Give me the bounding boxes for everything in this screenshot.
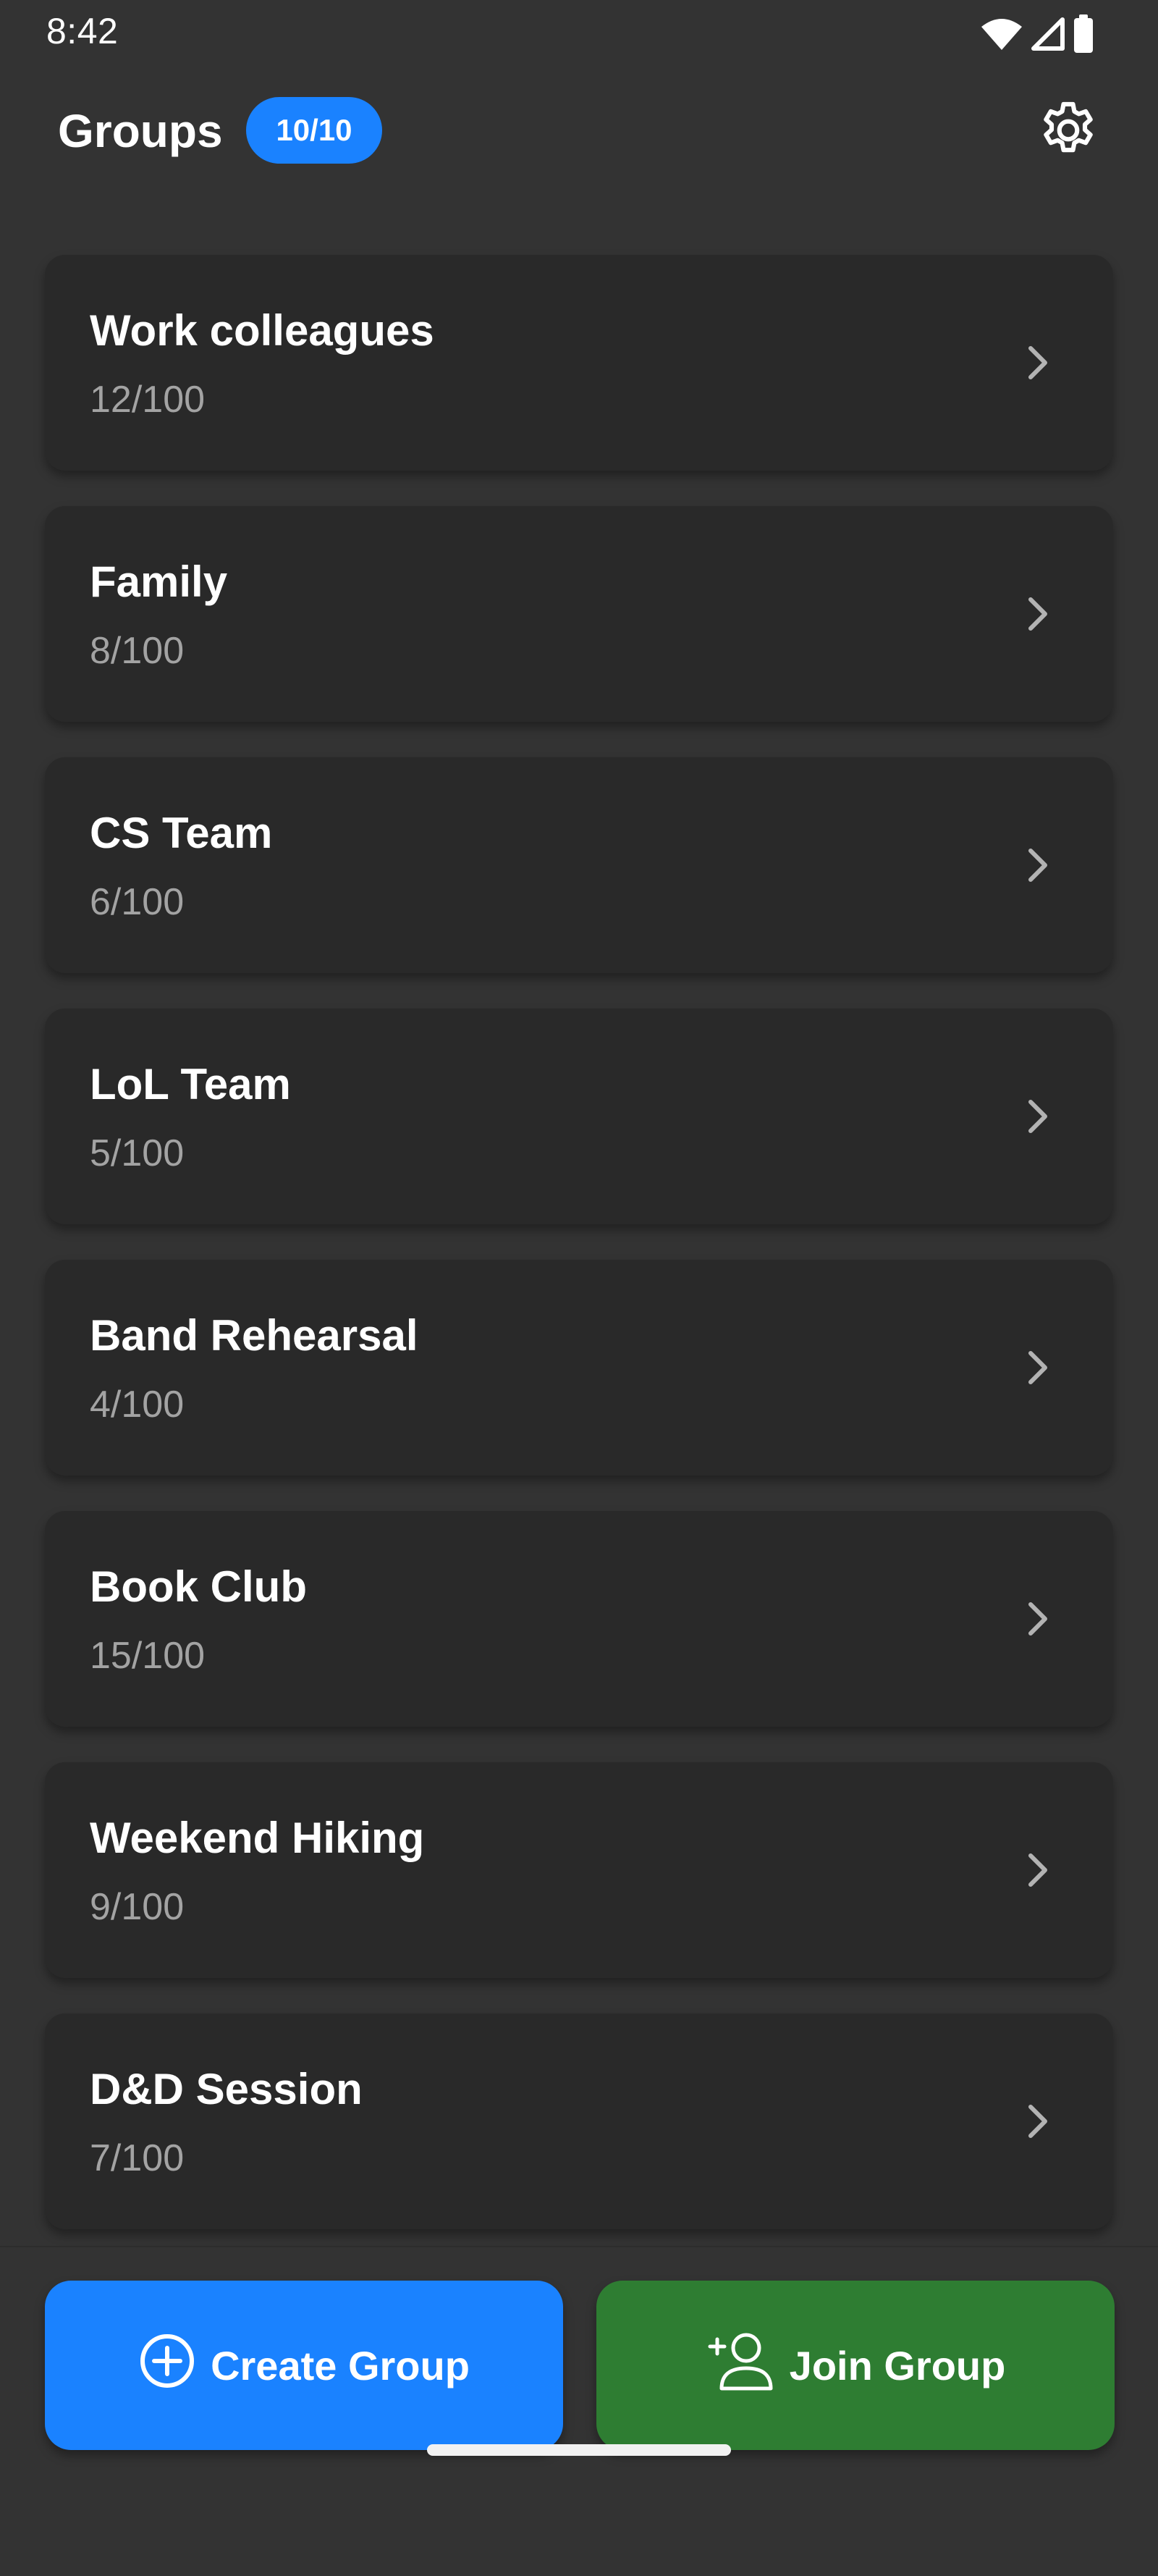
page-title: Groups <box>58 105 223 157</box>
group-name: Band Rehearsal <box>90 1311 418 1360</box>
group-card-dnd-session[interactable]: D&D Session 7/100 <box>45 2013 1113 2229</box>
group-card-lol-team[interactable]: LoL Team 5/100 <box>45 1009 1113 1224</box>
chevron-right-icon <box>1028 2105 1047 2138</box>
status-icons <box>980 14 1094 54</box>
create-group-button[interactable]: Create Group <box>45 2281 563 2450</box>
chevron-right-icon <box>1028 1853 1047 1887</box>
group-name: CS Team <box>90 809 273 857</box>
group-name: Work colleagues <box>90 306 434 355</box>
chevron-right-icon <box>1028 1100 1047 1133</box>
chevron-right-icon <box>1028 597 1047 631</box>
chevron-right-icon <box>1028 1351 1047 1384</box>
gear-icon <box>1035 97 1102 167</box>
add-person-icon <box>706 2329 775 2402</box>
settings-button[interactable] <box>1031 94 1106 169</box>
group-member-count: 5/100 <box>90 1132 185 1174</box>
group-card-weekend-hiking[interactable]: Weekend Hiking 9/100 <box>45 1762 1113 1978</box>
chevron-right-icon <box>1028 346 1047 379</box>
group-member-count: 4/100 <box>90 1384 185 1426</box>
group-card-cs-team[interactable]: CS Team 6/100 <box>45 757 1113 973</box>
cellular-signal-icon <box>1031 17 1065 51</box>
battery-icon <box>1073 14 1094 54</box>
join-group-label: Join Group <box>789 2342 1006 2388</box>
group-name: Family <box>90 557 228 606</box>
group-member-count: 7/100 <box>90 2137 185 2179</box>
group-member-count: 8/100 <box>90 630 185 672</box>
group-card-work-colleagues[interactable]: Work colleagues 12/100 <box>45 255 1113 471</box>
group-name: Book Club <box>90 1562 307 1611</box>
group-member-count: 12/100 <box>90 379 206 421</box>
add-circle-icon <box>138 2332 196 2399</box>
chevron-right-icon <box>1028 1602 1047 1636</box>
status-bar: 8:42 <box>0 0 1158 70</box>
group-name: Weekend Hiking <box>90 1814 425 1862</box>
group-list: Work colleagues 12/100 Family 8/100 CS T… <box>45 255 1113 2265</box>
group-member-count: 15/100 <box>90 1635 206 1677</box>
status-time: 8:42 <box>46 11 119 51</box>
group-card-book-club[interactable]: Book Club 15/100 <box>45 1511 1113 1727</box>
group-name: LoL Team <box>90 1060 291 1108</box>
bottom-action-bar: Create Group Join Group <box>0 2246 1158 2576</box>
group-card-family[interactable]: Family 8/100 <box>45 506 1113 722</box>
create-group-label: Create Group <box>211 2342 470 2388</box>
home-indicator[interactable] <box>427 2444 731 2456</box>
group-member-count: 6/100 <box>90 881 185 923</box>
group-card-band-rehearsal[interactable]: Band Rehearsal 4/100 <box>45 1260 1113 1476</box>
group-member-count: 9/100 <box>90 1886 185 1928</box>
chevron-right-icon <box>1028 849 1047 882</box>
header: Groups 10/10 <box>0 87 1158 174</box>
wifi-icon <box>980 17 1023 51</box>
join-group-button[interactable]: Join Group <box>596 2281 1115 2450</box>
group-name: D&D Session <box>90 2065 363 2113</box>
group-count-badge: 10/10 <box>246 97 382 164</box>
